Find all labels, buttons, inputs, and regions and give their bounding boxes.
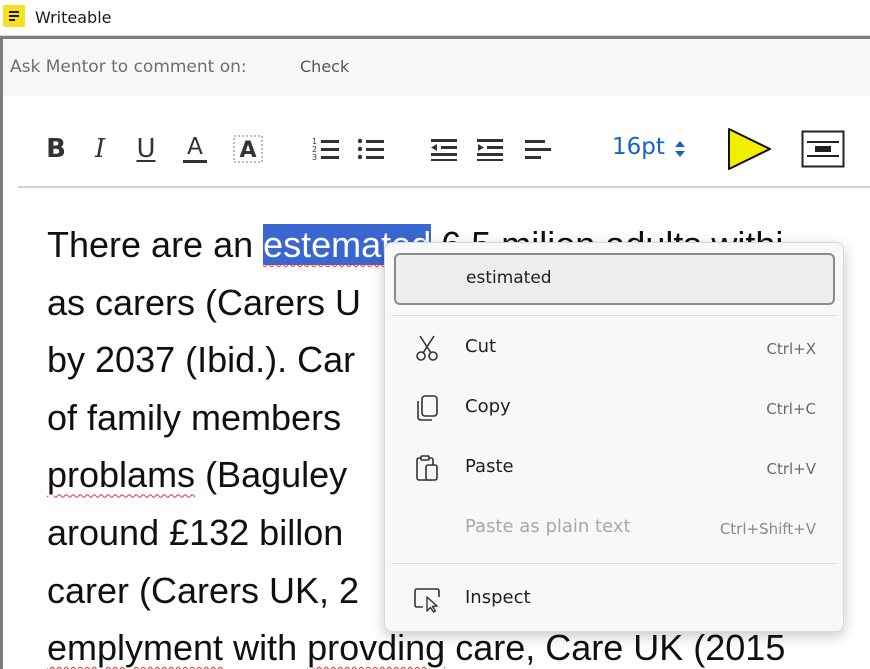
menu-item-copy[interactable]: Copy Ctrl+C bbox=[391, 380, 837, 436]
italic-button[interactable]: I bbox=[88, 129, 112, 169]
underline-icon: U bbox=[136, 134, 156, 164]
text-box-button[interactable] bbox=[800, 129, 846, 169]
svg-text:3: 3 bbox=[312, 153, 317, 162]
numbered-list-icon: 1 2 3 bbox=[312, 137, 339, 162]
highlight-icon: A bbox=[233, 135, 263, 163]
play-button[interactable] bbox=[726, 127, 772, 171]
misspelled-word: emplyment bbox=[47, 627, 224, 669]
font-color-button[interactable]: A bbox=[181, 129, 209, 169]
font-color-icon: A bbox=[187, 134, 203, 160]
menu-item-label: Paste as plain text bbox=[465, 516, 631, 537]
inspect-icon bbox=[414, 588, 440, 613]
italic-icon: I bbox=[94, 134, 106, 164]
misspelled-word: provding bbox=[307, 627, 446, 669]
outdent-button[interactable] bbox=[428, 129, 460, 169]
bold-icon: B bbox=[46, 134, 66, 164]
menu-item-label: Paste bbox=[465, 456, 514, 477]
menu-item-shortcut: Ctrl+C bbox=[766, 400, 816, 418]
menu-item-inspect[interactable]: Inspect bbox=[391, 571, 837, 627]
menu-item-label: Copy bbox=[465, 396, 511, 417]
underline-button[interactable]: U bbox=[132, 129, 160, 169]
suggestion-label: estimated bbox=[466, 268, 552, 288]
text-run: (Baguley bbox=[195, 454, 358, 496]
menu-item-label: Cut bbox=[465, 336, 497, 357]
menu-item-paste-plain: Paste as plain text Ctrl+Shift+V bbox=[391, 500, 837, 556]
text-run: as carers (Carers U bbox=[47, 281, 362, 323]
mentor-label: Ask Mentor to comment on: bbox=[10, 57, 247, 77]
menu-divider bbox=[391, 315, 837, 316]
play-icon bbox=[728, 128, 771, 170]
copy-icon bbox=[417, 395, 438, 421]
text-run: care, Care UK (2015 bbox=[445, 627, 786, 669]
document-lines-icon bbox=[3, 5, 25, 27]
font-size-select[interactable]: 16pt bbox=[612, 134, 665, 160]
menu-item-shortcut: Ctrl+X bbox=[766, 340, 816, 358]
indent-icon bbox=[477, 139, 503, 161]
text-run: carer (Carers UK, 2 bbox=[47, 569, 360, 611]
clipboard-icon bbox=[416, 455, 438, 481]
chevron-updown-icon[interactable] bbox=[674, 139, 686, 159]
context-menu: estimated Cut Ctrl+X Copy Ctrl+C Paste C… bbox=[384, 242, 844, 632]
text-box-icon bbox=[801, 130, 845, 168]
check-button[interactable]: Check bbox=[300, 57, 349, 76]
align-left-icon bbox=[525, 140, 551, 159]
text-run: around £132 billon bbox=[47, 511, 344, 553]
highlight-button[interactable]: A bbox=[232, 129, 264, 169]
text-run: There are an bbox=[47, 224, 264, 265]
menu-divider bbox=[391, 563, 837, 564]
menu-item-cut[interactable]: Cut Ctrl+X bbox=[391, 320, 837, 376]
align-left-button[interactable] bbox=[522, 129, 554, 169]
text-run: by 2037 (Ibid.). Car bbox=[47, 339, 356, 381]
menu-item-shortcut: Ctrl+Shift+V bbox=[719, 520, 816, 538]
bold-button[interactable]: B bbox=[42, 129, 70, 169]
spelling-suggestion[interactable]: estimated bbox=[394, 253, 835, 305]
menu-item-paste[interactable]: Paste Ctrl+V bbox=[391, 440, 837, 496]
title-bar: Writeable bbox=[0, 0, 870, 36]
toolbar-divider bbox=[18, 186, 870, 188]
font-color-bar bbox=[183, 160, 207, 163]
numbered-list-button[interactable]: 1 2 3 bbox=[310, 129, 342, 169]
outdent-icon bbox=[431, 139, 457, 161]
indent-button[interactable] bbox=[474, 129, 506, 169]
menu-item-label: Inspect bbox=[465, 587, 531, 608]
menu-item-shortcut: Ctrl+V bbox=[766, 460, 816, 478]
bullet-list-icon bbox=[357, 138, 384, 160]
text-run: with bbox=[223, 627, 308, 669]
bullet-list-button[interactable] bbox=[355, 129, 387, 169]
app-title: Writeable bbox=[35, 8, 112, 27]
scissors-icon bbox=[416, 335, 438, 361]
svg-text:A: A bbox=[239, 138, 256, 163]
misspelled-word: problams bbox=[47, 454, 196, 496]
mentor-bar: Ask Mentor to comment on: Check bbox=[3, 39, 870, 96]
text-run: of family members bbox=[47, 396, 352, 438]
